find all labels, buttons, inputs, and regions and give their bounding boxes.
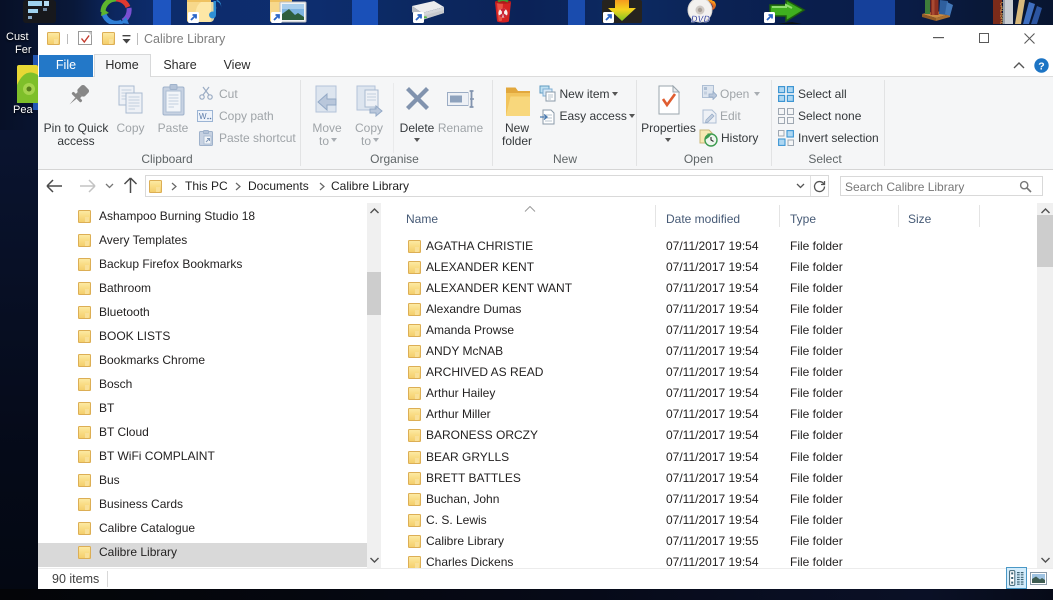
- svg-text:?: ?: [1038, 60, 1044, 72]
- svg-text:W: W: [199, 112, 207, 121]
- svg-text:DVD: DVD: [691, 14, 711, 24]
